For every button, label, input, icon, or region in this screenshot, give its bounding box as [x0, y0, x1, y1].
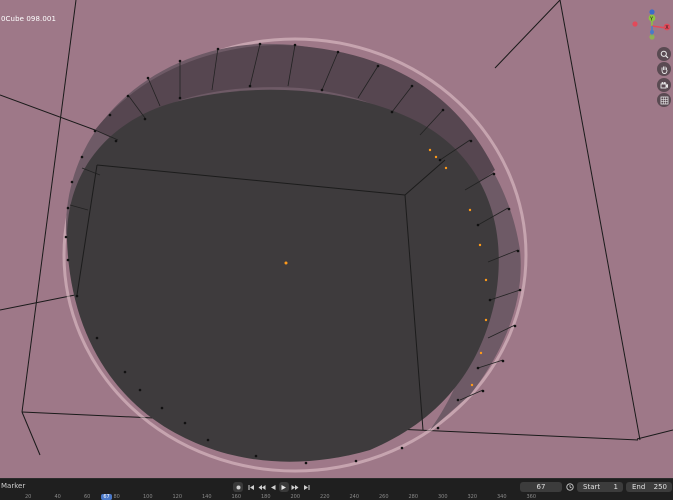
- ruler-tick: 160: [231, 494, 242, 500]
- timeline-bar: Marker 67 Start 1 End 250 20 40 60 80 100 120…: [0, 478, 673, 500]
- current-frame-value: 67: [536, 483, 546, 491]
- play-reverse-icon[interactable]: [268, 482, 278, 492]
- record-button[interactable]: [233, 482, 243, 492]
- ruler-tick: 100: [143, 494, 153, 500]
- camera-icon[interactable]: [657, 78, 671, 92]
- ruler-tick: 40: [54, 494, 61, 500]
- ruler-tick: 360: [526, 494, 537, 500]
- ruler-tick: 120: [172, 494, 183, 500]
- axis-x-label: X: [665, 25, 669, 31]
- start-frame-field[interactable]: Start 1: [577, 482, 623, 492]
- ruler-tick: 260: [379, 494, 389, 500]
- start-label: Start: [583, 483, 601, 491]
- play-icon[interactable]: [279, 482, 289, 492]
- end-frame-field[interactable]: End 250: [626, 482, 672, 492]
- end-value: 250: [653, 483, 667, 491]
- ruler-current-frame[interactable]: 67: [101, 494, 112, 500]
- grid-icon[interactable]: [657, 93, 671, 107]
- ruler-tick: 340: [497, 494, 507, 500]
- current-frame-field[interactable]: 67: [520, 482, 562, 492]
- ruler-tick: 180: [261, 494, 271, 500]
- ruler-tick: 280: [408, 494, 419, 500]
- ruler-tick: 80: [113, 494, 120, 500]
- marker-menu[interactable]: Marker: [1, 482, 25, 490]
- object-name-label: 0Cube 098.001: [1, 15, 56, 23]
- end-label: End: [632, 483, 646, 491]
- 3d-viewport[interactable]: 0Cube 098.001 Y X: [0, 0, 673, 478]
- ruler-tick: 220: [320, 494, 330, 500]
- scene-canvas[interactable]: [0, 0, 673, 478]
- ruler-tick: 20: [25, 494, 32, 500]
- ruler-tick: 300: [438, 494, 448, 500]
- ruler-tick: 140: [202, 494, 212, 500]
- zoom-icon[interactable]: [657, 47, 671, 61]
- ruler-tick: 60: [84, 494, 91, 500]
- next-keyframe-icon[interactable]: [290, 482, 300, 492]
- hand-icon[interactable]: [657, 62, 671, 76]
- jump-start-icon[interactable]: [246, 482, 256, 492]
- clock-icon[interactable]: [565, 482, 575, 492]
- prev-keyframe-icon[interactable]: [257, 482, 267, 492]
- ruler-tick: 240: [349, 494, 360, 500]
- axis-gizmo-icon[interactable]: Y X: [628, 8, 672, 44]
- frame-ruler[interactable]: 20 40 60 80 100 120 140 160 180 200 220 240 260 280 30…: [0, 494, 673, 500]
- jump-end-icon[interactable]: [301, 482, 311, 492]
- ruler-tick: 320: [467, 494, 478, 500]
- ruler-tick: 200: [290, 494, 301, 500]
- start-value: 1: [613, 483, 618, 491]
